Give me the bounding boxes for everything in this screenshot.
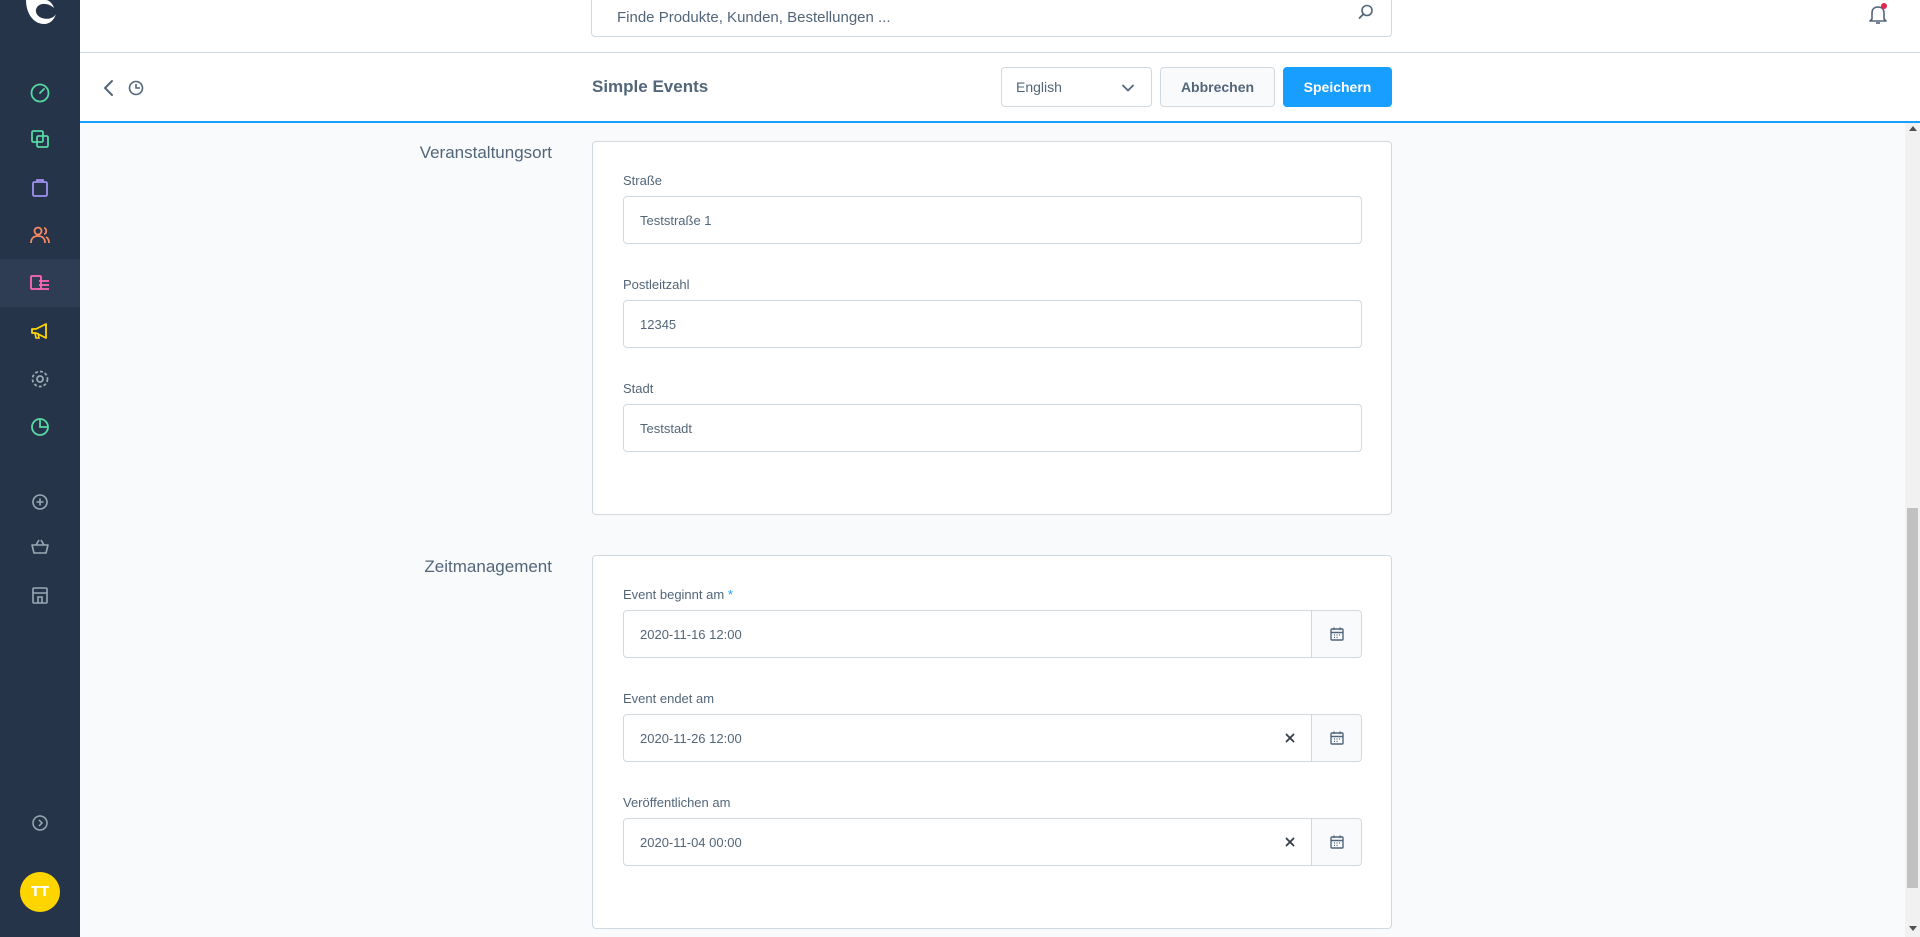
start-date-field bbox=[623, 610, 1362, 658]
scroll-down-arrow-icon[interactable] bbox=[1909, 926, 1917, 931]
city-input[interactable] bbox=[624, 405, 1361, 451]
end-date-field bbox=[623, 714, 1362, 762]
sidebar-item-dashboard[interactable] bbox=[0, 68, 80, 116]
street-label: Straße bbox=[623, 173, 663, 188]
top-bar bbox=[80, 0, 1920, 53]
search-input[interactable] bbox=[592, 0, 1332, 35]
bell-icon[interactable] bbox=[1866, 2, 1890, 26]
sidebar-item-content[interactable] bbox=[0, 259, 80, 307]
gear-icon bbox=[31, 370, 49, 388]
save-button[interactable]: Speichern bbox=[1283, 67, 1392, 107]
clear-publish-date-icon[interactable] bbox=[1283, 835, 1297, 849]
chevron-circle-icon bbox=[32, 815, 48, 831]
sidebar-item-collapse[interactable] bbox=[0, 799, 80, 847]
stack-icon bbox=[31, 130, 49, 148]
required-marker: * bbox=[727, 587, 733, 602]
sidebar-item-customers[interactable] bbox=[0, 211, 80, 259]
plus-circle-icon bbox=[32, 494, 48, 510]
publish-date-field bbox=[623, 818, 1362, 866]
sidebar-item-orders[interactable] bbox=[0, 163, 80, 211]
content-list-icon bbox=[30, 275, 49, 290]
search-icon[interactable] bbox=[1357, 3, 1375, 21]
city-field-wrapper bbox=[623, 404, 1362, 452]
end-calendar-button[interactable] bbox=[1311, 715, 1361, 761]
sidebar-item-extensions[interactable] bbox=[0, 478, 80, 526]
location-card: Straße Postleitzahl Stadt bbox=[592, 141, 1392, 515]
publish-date-input[interactable] bbox=[624, 819, 1304, 865]
calendar-icon bbox=[1329, 835, 1344, 849]
street-field-wrapper bbox=[623, 196, 1362, 244]
gauge-icon bbox=[30, 83, 50, 103]
global-search bbox=[591, 0, 1392, 37]
sidebar-item-sales-channel[interactable] bbox=[0, 523, 80, 571]
sidebar-item-settings[interactable] bbox=[0, 355, 80, 403]
city-label: Stadt bbox=[623, 381, 654, 396]
scrollbar-thumb[interactable] bbox=[1907, 508, 1918, 888]
language-select[interactable]: English bbox=[1001, 67, 1152, 107]
page-title: Simple Events bbox=[592, 77, 709, 96]
back-chevron-icon[interactable] bbox=[101, 78, 117, 98]
shopping-bag-icon bbox=[32, 179, 48, 197]
start-date-input[interactable] bbox=[624, 611, 1304, 657]
store-icon bbox=[32, 587, 48, 604]
publish-label: Veröffentlichen am bbox=[623, 795, 731, 810]
language-select-value: English bbox=[1016, 79, 1062, 95]
calendar-icon bbox=[1329, 731, 1344, 745]
smart-bar: Simple Events English Abbrechen Speicher… bbox=[80, 53, 1920, 123]
basket-icon bbox=[31, 539, 49, 554]
sidebar-item-analytics[interactable] bbox=[0, 403, 80, 451]
end-date-input[interactable] bbox=[624, 715, 1304, 761]
chevron-down-icon bbox=[1122, 84, 1134, 92]
sidebar-item-marketing[interactable] bbox=[0, 307, 80, 355]
pie-chart-icon bbox=[31, 418, 49, 436]
start-label: Event beginnt am * bbox=[623, 587, 733, 602]
start-label-text: Event beginnt am bbox=[623, 587, 725, 602]
megaphone-icon bbox=[31, 323, 47, 339]
start-calendar-button[interactable] bbox=[1311, 611, 1361, 657]
sidebar-item-storefront[interactable] bbox=[0, 571, 80, 619]
users-icon bbox=[30, 226, 50, 244]
end-label: Event endet am bbox=[623, 691, 715, 706]
section-title-location: Veranstaltungsort bbox=[419, 143, 552, 162]
cancel-button[interactable]: Abbrechen bbox=[1160, 67, 1275, 107]
sidebar-item-catalogues[interactable] bbox=[0, 115, 80, 163]
shopware-logo-icon[interactable] bbox=[22, 0, 58, 30]
scroll-up-arrow-icon[interactable] bbox=[1909, 126, 1917, 131]
content-scrollbar[interactable] bbox=[1905, 123, 1920, 937]
zip-input[interactable] bbox=[624, 301, 1361, 347]
clear-end-date-icon[interactable] bbox=[1283, 731, 1297, 745]
section-title-time: Zeitmanagement bbox=[424, 557, 552, 576]
publish-calendar-button[interactable] bbox=[1311, 819, 1361, 865]
zip-field-wrapper bbox=[623, 300, 1362, 348]
time-card: Event beginnt am * Event endet am Veröff… bbox=[592, 555, 1392, 929]
history-icon[interactable] bbox=[127, 79, 145, 97]
street-input[interactable] bbox=[624, 197, 1361, 243]
avatar[interactable]: TT bbox=[20, 872, 60, 912]
calendar-icon bbox=[1329, 627, 1344, 641]
zip-label: Postleitzahl bbox=[623, 277, 690, 292]
sidebar: TT bbox=[0, 0, 80, 937]
